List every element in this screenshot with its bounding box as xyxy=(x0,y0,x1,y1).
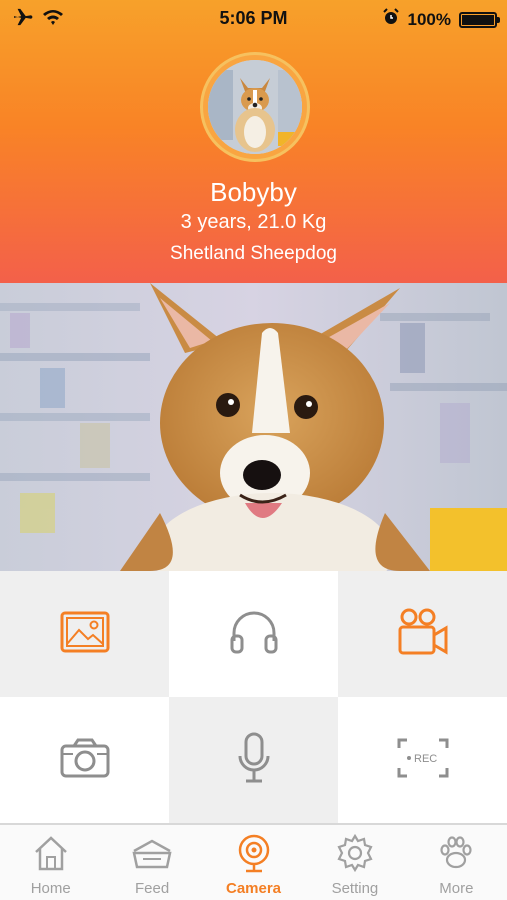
action-grid: REC xyxy=(0,571,507,823)
pet-name: Bobyby xyxy=(210,177,297,207)
snapshot-button[interactable] xyxy=(0,697,169,823)
pet-age-weight: 3 years, 21.0 Kg xyxy=(180,211,327,233)
battery-percent: 100% xyxy=(407,9,451,29)
rec-label: REC xyxy=(414,753,437,765)
tab-setting[interactable]: Setting xyxy=(304,825,405,900)
video-record-button[interactable] xyxy=(338,571,507,697)
listen-button[interactable] xyxy=(169,571,338,697)
tab-setting-label: Setting xyxy=(331,880,379,897)
record-button[interactable]: REC xyxy=(338,697,507,823)
tab-feed[interactable]: Feed xyxy=(101,825,202,900)
gear-icon xyxy=(335,833,375,878)
video-camera-icon xyxy=(397,608,449,661)
tab-home-label: Home xyxy=(30,880,71,897)
pet-profile-header: 5:06 PM 100% Bobyby 3 years, 21.0 Kg She… xyxy=(0,0,507,283)
tab-more-label: More xyxy=(439,880,474,897)
camera-feed-photo xyxy=(0,283,507,571)
tab-camera-label: Camera xyxy=(225,880,282,897)
paw-icon xyxy=(436,833,476,878)
gallery-icon xyxy=(60,611,110,658)
headphones-icon xyxy=(229,609,279,660)
tab-more[interactable]: More xyxy=(406,825,507,900)
tab-feed-label: Feed xyxy=(135,880,170,897)
record-icon: REC xyxy=(397,738,449,783)
pet-breed: Shetland Sheepdog xyxy=(170,243,337,264)
battery-icon xyxy=(459,11,500,28)
tab-camera[interactable]: Camera xyxy=(203,825,304,900)
pet-avatar[interactable] xyxy=(200,52,310,162)
tab-bar: Home Feed Camera Setting More xyxy=(0,823,507,900)
alarm-icon xyxy=(382,8,400,31)
talk-button[interactable] xyxy=(169,697,338,823)
status-bar: 5:06 PM 100% xyxy=(0,0,507,36)
home-icon xyxy=(31,833,71,878)
microphone-icon xyxy=(236,732,272,789)
camera-icon xyxy=(59,737,111,784)
gallery-button[interactable] xyxy=(0,571,169,697)
feed-bowl-icon xyxy=(130,833,174,878)
tab-home[interactable]: Home xyxy=(0,825,101,900)
webcam-icon xyxy=(234,833,274,878)
